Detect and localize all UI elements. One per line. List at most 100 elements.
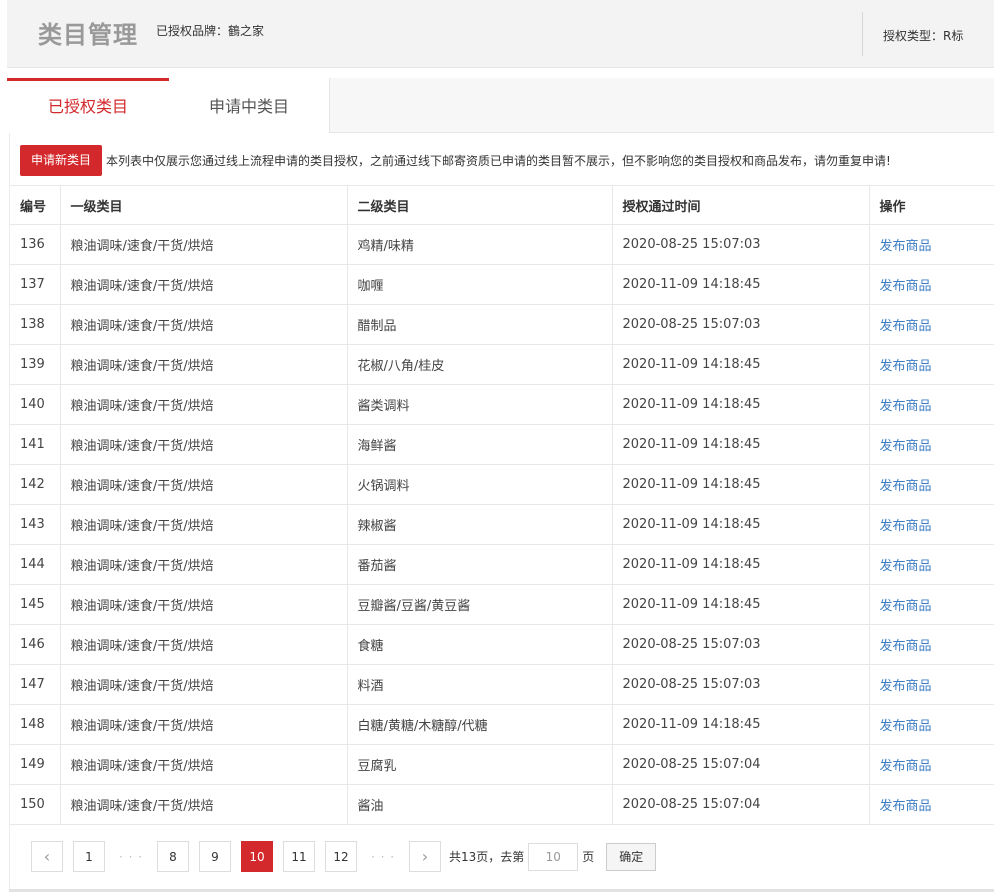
cell-id: 146 [10,624,61,665]
table-row: 148 粮油调味/速食/干货/烘焙 白糖/黄糖/木糖醇/代糖 2020-11-09 1… [10,704,994,745]
table-row: 150 粮油调味/速食/干货/烘焙 酱油 2020-08-25 15:07:04 发布商… [10,784,994,825]
cell-id: 141 [10,424,61,465]
publish-product-link[interactable]: 发布商品 [880,519,932,534]
publish-product-link[interactable]: 发布商品 [880,399,932,414]
page-button-8[interactable]: 8 [157,841,189,872]
cell-level1-category: 粮油调味/速食/干货/烘焙 [60,504,348,545]
cell-auth-time: 2020-11-09 14:18:45 [612,704,870,745]
cell-auth-time: 2020-11-09 14:18:45 [612,464,870,505]
goto-page-input[interactable] [528,842,579,871]
cell-level1-category: 粮油调味/速食/干货/烘焙 [60,664,348,705]
page-total-text: 共13页，去第 [449,850,525,864]
cell-action: 发布商品 [869,744,994,785]
auth-type-value: R标 [943,29,964,43]
table-row: 141 粮油调味/速食/干货/烘焙 海鲜酱 2020-11-09 14:18:45 发布… [10,424,994,465]
next-page-button[interactable]: › [409,841,441,872]
cell-id: 136 [10,224,61,265]
cell-action: 发布商品 [869,504,994,545]
cell-id: 139 [10,344,61,385]
tab-pending-categories[interactable]: 申请中类目 [169,78,330,133]
cell-auth-time: 2020-08-25 15:07:03 [612,664,870,705]
authorization-type: 授权类型：R标 [883,27,963,44]
cell-id: 137 [10,264,61,305]
column-header-level1: 一级类目 [60,185,348,225]
publish-product-link[interactable]: 发布商品 [880,479,932,494]
cell-level1-category: 粮油调味/速食/干货/烘焙 [60,464,348,505]
cell-level2-category: 食糖 [347,624,613,665]
publish-product-link[interactable]: 发布商品 [880,599,932,614]
table-row: 140 粮油调味/速食/干货/烘焙 酱类调料 2020-11-09 14:18:45 发… [10,384,994,425]
publish-product-link[interactable]: 发布商品 [880,799,932,814]
auth-type-label: 授权类型： [883,29,944,43]
tab-authorized-categories[interactable]: 已授权类目 [7,78,169,134]
table-row: 143 粮油调味/速食/干货/烘焙 辣椒酱 2020-11-09 14:18:45 发布… [10,504,994,545]
prev-page-button[interactable]: ‹ [31,841,63,872]
publish-product-link[interactable]: 发布商品 [880,559,932,574]
table-row: 138 粮油调味/速食/干货/烘焙 醋制品 2020-08-25 15:07:03 发布… [10,304,994,345]
authorized-brand: 已授权品牌：鶴之家 [156,22,264,39]
cell-level2-category: 花椒/八角/桂皮 [347,344,613,385]
header-divider [862,12,863,56]
cell-id: 147 [10,664,61,705]
cell-id: 148 [10,704,61,745]
cell-level2-category: 火锅调料 [347,464,613,505]
cell-level1-category: 粮油调味/速食/干货/烘焙 [60,344,348,385]
cell-action: 发布商品 [869,464,994,505]
cell-auth-time: 2020-08-25 15:07:03 [612,304,870,345]
table-row: 144 粮油调味/速食/干货/烘焙 番茄酱 2020-11-09 14:18:45 发布… [10,544,994,585]
goto-page-confirm-button[interactable]: 确定 [606,842,657,871]
cell-level1-category: 粮油调味/速食/干货/烘焙 [60,224,348,265]
chevron-left-icon: ‹ [43,847,51,866]
publish-product-link[interactable]: 发布商品 [880,279,932,294]
cell-auth-time: 2020-11-09 14:18:45 [612,504,870,545]
pagination: ‹ 1 · · · 8 9 10 11 12 · · · › 共13页，去第 页… [31,841,657,872]
cell-level2-category: 豆腐乳 [347,744,613,785]
cell-auth-time: 2020-11-09 14:18:45 [612,264,870,305]
cell-id: 145 [10,584,61,625]
cell-level2-category: 酱油 [347,784,613,825]
apply-new-category-button[interactable]: 申请新类目 [20,144,103,176]
cell-level2-category: 番茄酱 [347,544,613,585]
cell-id: 150 [10,784,61,825]
publish-product-link[interactable]: 发布商品 [880,759,932,774]
cell-auth-time: 2020-08-25 15:07:04 [612,784,870,825]
publish-product-link[interactable]: 发布商品 [880,439,932,454]
publish-product-link[interactable]: 发布商品 [880,679,932,694]
page-button-current[interactable]: 10 [241,841,273,872]
cell-level1-category: 粮油调味/速食/干货/烘焙 [60,784,348,825]
cell-id: 138 [10,304,61,345]
cell-action: 发布商品 [869,584,994,625]
brand-name: 鶴之家 [228,24,265,38]
page-button-9[interactable]: 9 [199,841,231,872]
publish-product-link[interactable]: 发布商品 [880,239,932,254]
cell-action: 发布商品 [869,224,994,265]
cell-id: 143 [10,504,61,545]
column-header-id: 编号 [10,185,61,225]
cell-id: 140 [10,384,61,425]
table-row: 139 粮油调味/速食/干货/烘焙 花椒/八角/桂皮 2020-11-09 14:18… [10,344,994,385]
cell-level1-category: 粮油调味/速食/干货/烘焙 [60,384,348,425]
page-button-first[interactable]: 1 [73,841,105,872]
table-row: 137 粮油调味/速食/干货/烘焙 咖喱 2020-11-09 14:18:45 发布商… [10,264,994,305]
cell-auth-time: 2020-11-09 14:18:45 [612,384,870,425]
cell-level1-category: 粮油调味/速食/干货/烘焙 [60,624,348,665]
publish-product-link[interactable]: 发布商品 [880,359,932,374]
table-row: 146 粮油调味/速食/干货/烘焙 食糖 2020-08-25 15:07:03 发布商… [10,624,994,665]
cell-level2-category: 酱类调料 [347,384,613,425]
publish-product-link[interactable]: 发布商品 [880,639,932,654]
cell-level1-category: 粮油调味/速食/干货/烘焙 [60,304,348,345]
page-ellipsis-right: · · · [370,849,396,864]
publish-product-link[interactable]: 发布商品 [880,719,932,734]
page-button-12[interactable]: 12 [325,841,357,872]
chevron-right-icon: › [421,847,429,866]
page-button-11[interactable]: 11 [283,841,315,872]
page-header: 类目管理 已授权品牌：鶴之家 授权类型：R标 [7,0,994,68]
cell-action: 发布商品 [869,784,994,825]
cell-auth-time: 2020-11-09 14:18:45 [612,544,870,585]
publish-product-link[interactable]: 发布商品 [880,319,932,334]
cell-level1-category: 粮油调味/速食/干货/烘焙 [60,584,348,625]
cell-level2-category: 豆瓣酱/豆酱/黄豆酱 [347,584,613,625]
cell-action: 发布商品 [869,704,994,745]
column-header-action: 操作 [869,185,994,225]
page-title: 类目管理 [38,21,138,49]
